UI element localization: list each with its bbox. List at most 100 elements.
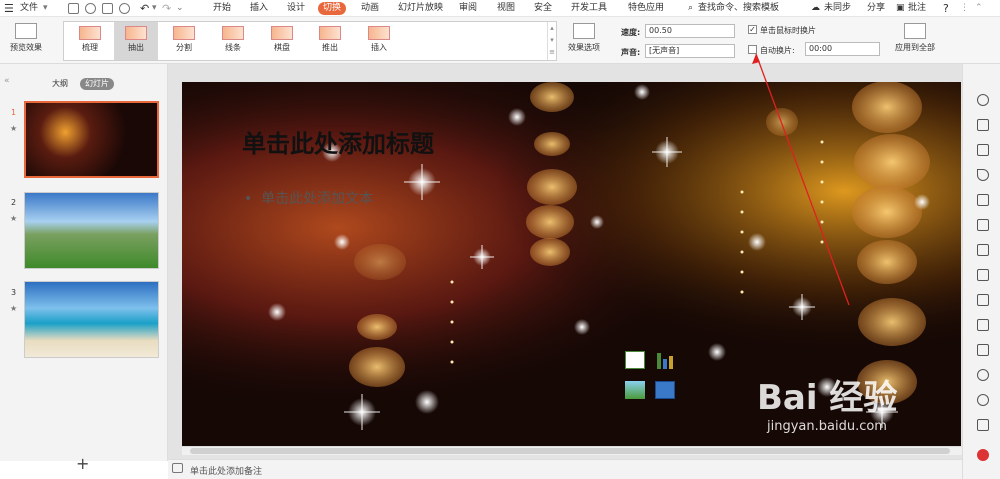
ribbon-toggle-icon[interactable]: ⋮ (960, 0, 969, 17)
animation-star-icon: ★ (10, 214, 18, 223)
animation-star-icon: ★ (10, 124, 18, 133)
export-pdf-icon[interactable] (85, 3, 96, 14)
help-button[interactable]: ? (943, 0, 949, 17)
chevron-down-icon[interactable]: ▾ (43, 0, 48, 17)
search-icon[interactable]: ⌕ (688, 0, 693, 17)
print-icon[interactable] (102, 3, 113, 14)
tab-animation[interactable]: 动画 (361, 2, 379, 15)
chart-icon[interactable] (977, 219, 989, 231)
save-icon[interactable] (68, 3, 79, 14)
add-slide-button[interactable]: + (76, 454, 89, 473)
tab-view[interactable]: 视图 (497, 2, 515, 15)
cloud-sync-icon[interactable]: ☁ (811, 0, 820, 17)
tab-review[interactable]: 审阅 (459, 2, 477, 15)
share-out-icon[interactable] (977, 294, 989, 306)
command-search[interactable]: 查找命令、搜索模板 (698, 0, 779, 17)
split-icon (173, 26, 195, 40)
preview-icon (15, 23, 37, 39)
notes-icon (172, 463, 183, 473)
tab-developer[interactable]: 开发工具 (571, 2, 607, 15)
transition-cover[interactable]: 插入 (357, 22, 401, 60)
apply-to-all-button[interactable]: 应用到全部 (890, 23, 940, 53)
auto-advance-label: 自动换片: (760, 46, 795, 55)
comment-icon[interactable]: ▣ (896, 0, 905, 17)
menu-icon[interactable]: ☰ (4, 0, 14, 17)
tab-home[interactable]: 开始 (213, 2, 231, 15)
insert-chart-icon[interactable] (655, 351, 675, 369)
help-circle-icon[interactable] (977, 449, 989, 461)
collapse-ribbon-icon[interactable]: ⌃ (975, 0, 983, 17)
insert-video-icon[interactable] (655, 381, 675, 399)
preview-effect-button[interactable]: 预览效果 (4, 23, 48, 53)
transition-checkerboard[interactable]: 棋盘 (260, 22, 304, 60)
collapse-pane-icon[interactable]: « (4, 76, 10, 86)
tab-slides[interactable]: 幻灯片 (80, 78, 114, 90)
transition-pull[interactable]: 抽出 (114, 22, 158, 60)
more-icon[interactable]: ⌄ (176, 0, 184, 17)
scroll-thumb[interactable] (190, 448, 950, 454)
tab-transitions[interactable]: 切换 (318, 2, 347, 15)
checkerboard-icon (271, 26, 293, 40)
effect-options-icon (573, 23, 595, 39)
tab-design[interactable]: 设计 (287, 2, 305, 15)
cover-icon (368, 26, 390, 40)
comment-button[interactable]: 批注 (908, 0, 926, 17)
comb-icon (79, 26, 101, 40)
shapes-icon[interactable] (977, 144, 989, 156)
grid-icon[interactable] (977, 194, 989, 206)
sound-icon[interactable] (977, 369, 989, 381)
slide-thumbnail[interactable] (24, 192, 159, 269)
tab-slideshow[interactable]: 幻灯片放映 (398, 2, 443, 15)
layout-icon[interactable] (977, 119, 989, 131)
undo-icon[interactable]: ↶ (140, 0, 149, 17)
transition-push[interactable]: 推出 (308, 22, 352, 60)
backup-icon[interactable] (977, 319, 989, 331)
apply-all-icon (904, 23, 926, 39)
auto-advance-time[interactable]: 00:00 (805, 42, 880, 56)
auto-advance-checkbox[interactable] (748, 45, 757, 54)
slide-canvas[interactable]: 单击此处添加标题 • 单击此处添加文本 Bai 经验 jingyan.baidu… (182, 82, 961, 446)
transition-lines[interactable]: 线条 (211, 22, 255, 60)
slide-number: 2 (11, 198, 17, 207)
speed-input[interactable]: 00.50 (645, 24, 735, 38)
style-icon[interactable] (977, 94, 989, 106)
tab-insert[interactable]: 插入 (250, 2, 268, 15)
gallery-scroll[interactable]: ▴ ▾ ≡ (547, 22, 556, 60)
slides-pane: « 大纲 幻灯片 1 ★ 2 ★ 3 ★ + (0, 64, 168, 473)
slide-thumbnail[interactable] (24, 101, 159, 178)
slide-title-placeholder[interactable]: 单击此处添加标题 (242, 124, 434, 159)
insert-table-icon[interactable] (625, 351, 645, 369)
shield-icon[interactable] (977, 394, 989, 406)
redo-icon[interactable]: ↷ (162, 0, 171, 17)
transition-comb[interactable]: 梳理 (68, 22, 112, 60)
slide-thumbnail[interactable] (24, 281, 159, 358)
undo-dropdown-icon[interactable]: ▾ (152, 0, 157, 17)
print-preview-icon[interactable] (119, 3, 130, 14)
tab-security[interactable]: 安全 (534, 2, 552, 15)
tab-features[interactable]: 特色应用 (628, 2, 664, 15)
image-icon[interactable] (977, 344, 989, 356)
bullet-icon: • (244, 191, 262, 207)
slide-body-placeholder[interactable]: • 单击此处添加文本 (244, 188, 373, 208)
slide-number: 1 (11, 108, 17, 117)
speed-label: 速度: (621, 28, 641, 37)
notes-bar: 单击此处添加备注 (168, 459, 962, 479)
sound-select[interactable]: [无声音] (645, 44, 735, 58)
effect-options-button[interactable]: 效果选项 (561, 23, 607, 53)
slide-number: 3 (11, 288, 17, 297)
horizontal-scrollbar[interactable] (182, 446, 962, 455)
transition-split[interactable]: 分割 (162, 22, 206, 60)
tab-outline[interactable]: 大纲 (47, 78, 73, 90)
insert-picture-icon[interactable] (625, 381, 645, 399)
baidu-watermark: Bai 经验 jingyan.baidu.com (757, 378, 898, 434)
pull-icon (125, 26, 147, 40)
share-button[interactable]: 分享 (867, 0, 885, 17)
copy-icon[interactable] (977, 269, 989, 281)
settings-sliders-icon[interactable] (977, 244, 989, 256)
file-menu[interactable]: 文件 (20, 0, 38, 17)
on-click-checkbox[interactable]: ✓ (748, 25, 757, 34)
sync-status[interactable]: 未同步 (824, 0, 851, 17)
notes-placeholder[interactable]: 单击此处添加备注 (190, 464, 262, 477)
paint-icon[interactable] (977, 169, 989, 181)
quick-tools-icon[interactable] (977, 419, 989, 431)
